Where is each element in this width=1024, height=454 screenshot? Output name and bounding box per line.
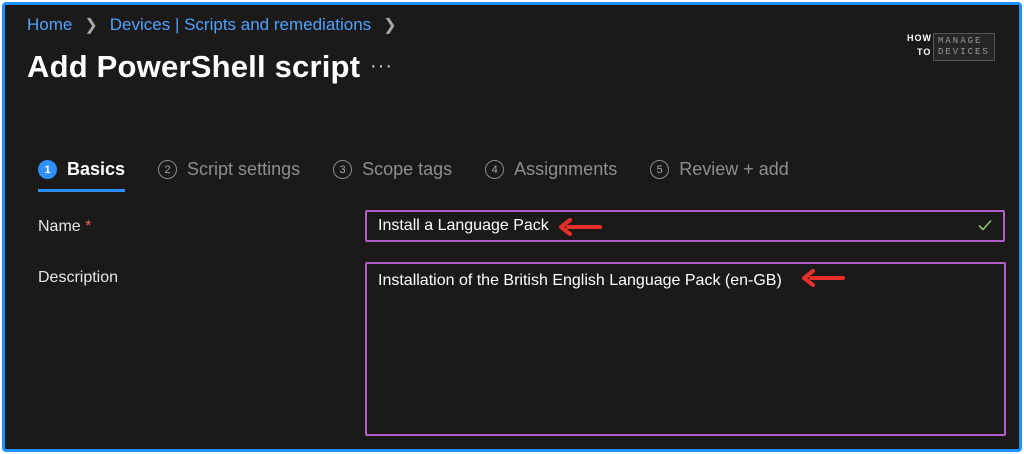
breadcrumb: Home ❯ Devices | Scripts and remediation… <box>27 15 409 35</box>
name-label: Name * <box>38 218 92 235</box>
chevron-right-icon: ❯ <box>84 17 98 34</box>
step-label: Basics <box>67 159 126 179</box>
app-frame: Home ❯ Devices | Scripts and remediation… <box>2 2 1022 452</box>
chevron-right-icon: ❯ <box>383 17 397 34</box>
howto-manage-devices-logo: HOW TO MANAGE DEVICES <box>907 33 997 63</box>
tab-assignments[interactable]: 4 Assignments <box>485 159 617 180</box>
checkmark-icon <box>978 219 992 231</box>
page-title: Add PowerShell script <box>27 49 361 84</box>
tab-review-add[interactable]: 5 Review + add <box>650 159 789 180</box>
step-label: Review + add <box>679 159 789 179</box>
step-label: Scope tags <box>362 159 453 179</box>
red-arrow-icon <box>802 269 845 287</box>
wizard-steps: 1 Basics 2 Script settings 3 Scope tags … <box>38 159 822 192</box>
step-label: Assignments <box>514 159 618 179</box>
tab-script-settings[interactable]: 2 Script settings <box>158 159 300 180</box>
breadcrumb-home[interactable]: Home <box>27 15 72 35</box>
step-number: 1 <box>38 160 57 179</box>
step-number: 4 <box>485 160 505 179</box>
name-field[interactable]: Install a Language Pack <box>365 210 1005 242</box>
breadcrumb-devices-scripts[interactable]: Devices | Scripts and remediations <box>110 15 371 35</box>
tab-basics[interactable]: 1 Basics <box>38 159 126 192</box>
description-field[interactable]: Installation of the British English Lang… <box>365 262 1006 436</box>
tab-scope-tags[interactable]: 3 Scope tags <box>333 159 452 180</box>
more-options-button[interactable]: ··· <box>370 55 393 78</box>
step-number: 3 <box>333 160 353 179</box>
step-number: 5 <box>650 160 670 179</box>
description-value: Installation of the British English Lang… <box>378 272 782 289</box>
red-arrow-icon <box>559 218 602 236</box>
step-number: 2 <box>158 160 178 179</box>
description-label: Description <box>38 269 119 286</box>
name-value: Install a Language Pack <box>378 217 549 234</box>
step-label: Script settings <box>187 159 301 179</box>
required-marker: * <box>85 218 92 235</box>
